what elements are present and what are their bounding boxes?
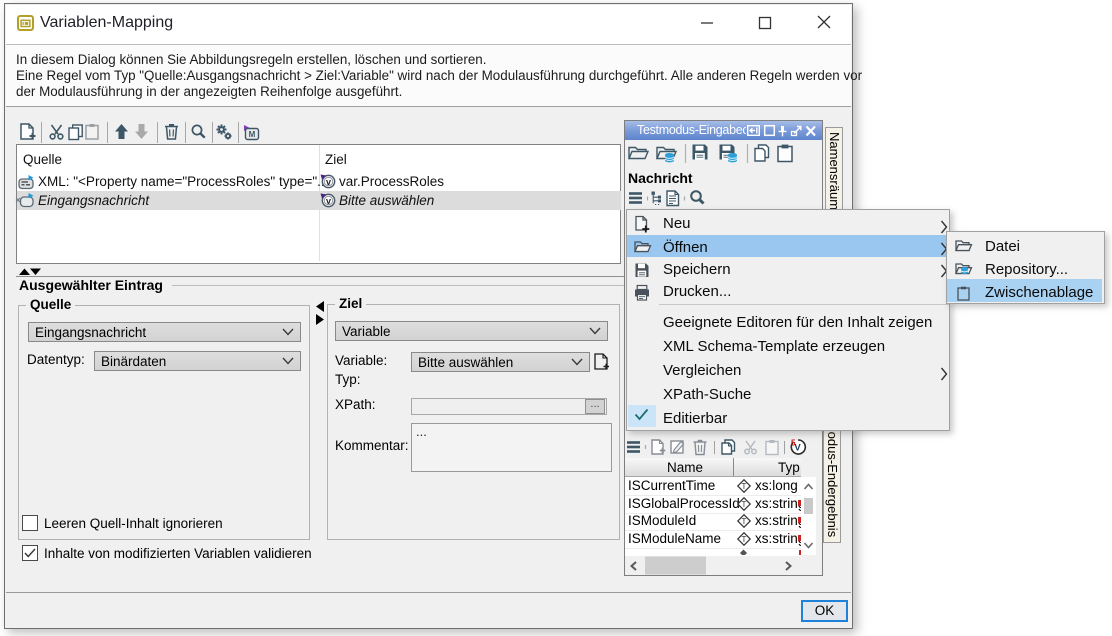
svg-text:T: T	[742, 500, 747, 509]
svg-text:T: T	[742, 517, 747, 526]
svg-text:M: M	[249, 130, 256, 139]
svg-text:v: v	[326, 177, 331, 187]
svg-text:5: 5	[791, 439, 796, 448]
svg-text:T: T	[742, 535, 747, 544]
svg-text:v: v	[326, 196, 331, 206]
svg-text:T: T	[742, 482, 747, 491]
svg-text:V: V	[794, 443, 801, 454]
